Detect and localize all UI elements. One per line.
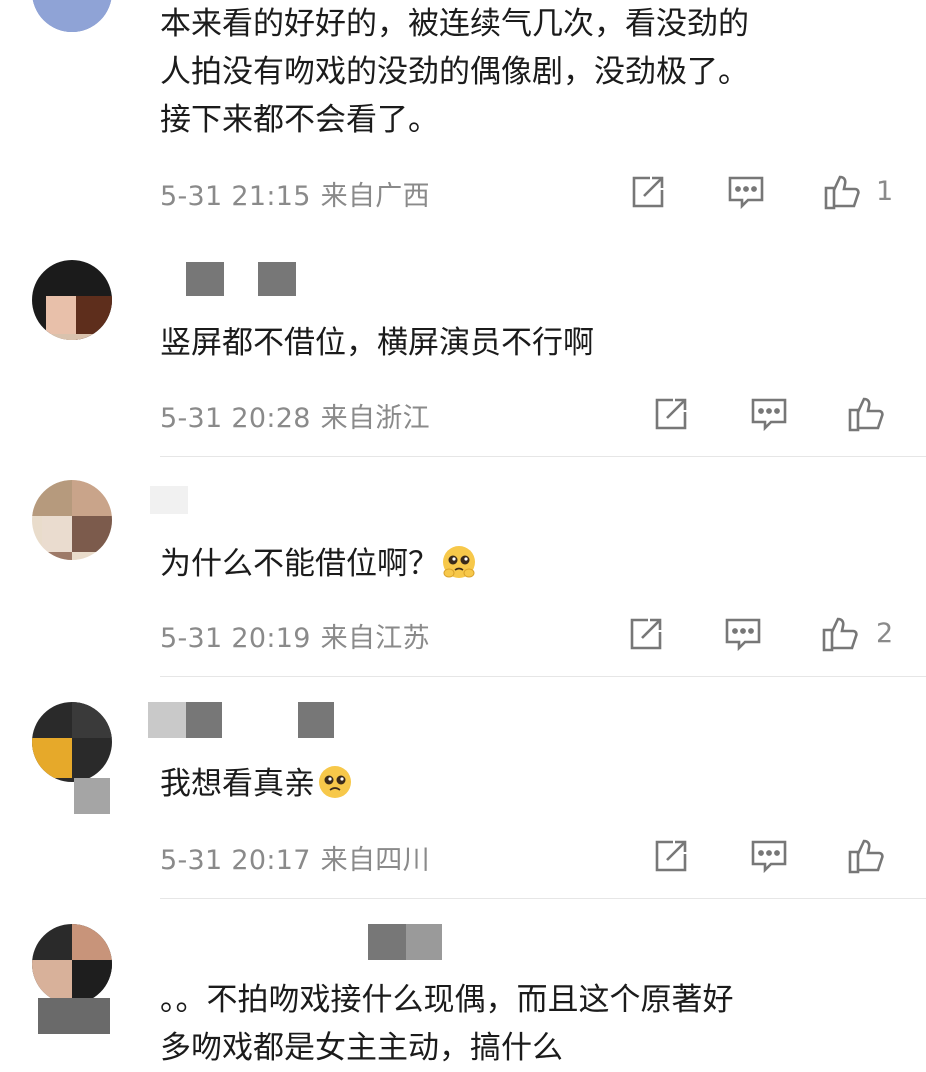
comment-icon xyxy=(751,398,787,432)
comment-text: 竖屏都不借位，横屏演员不行啊 xyxy=(160,325,594,361)
like-icon xyxy=(824,175,860,210)
comment-location: 来自浙江 xyxy=(320,403,430,434)
comment-button[interactable] xyxy=(749,394,789,434)
divider xyxy=(160,456,926,457)
comment-meta: 5-31 21:15 来自广西 xyxy=(160,174,430,213)
comment-location: 来自四川 xyxy=(320,845,430,876)
comment-button[interactable] xyxy=(726,172,766,212)
username-blurred[interactable] xyxy=(150,486,188,522)
share-button[interactable] xyxy=(651,836,691,876)
pleading-face-emoji xyxy=(317,764,353,800)
comment-location: 来自江苏 xyxy=(320,623,430,654)
share-button[interactable] xyxy=(628,172,668,212)
comment-icon xyxy=(751,840,787,874)
comment-button[interactable] xyxy=(749,836,789,876)
like-count: 2 xyxy=(876,618,894,649)
divider xyxy=(160,676,926,677)
like-button[interactable] xyxy=(822,172,862,212)
comment-text: 我想看真亲 xyxy=(160,760,900,808)
username-blurred[interactable] xyxy=(148,702,334,738)
like-button[interactable] xyxy=(846,394,886,434)
share-icon xyxy=(655,398,687,430)
comment-date: 5-31 20:19 xyxy=(160,623,311,654)
comment-text: 为什么不能借位啊？ xyxy=(160,540,900,588)
user-avatar[interactable] xyxy=(32,0,112,32)
user-avatar[interactable] xyxy=(32,702,112,782)
avatar-mosaic-block xyxy=(38,998,110,1034)
comment-icon xyxy=(725,618,761,652)
comment-meta: 5-31 20:17 来自四川 xyxy=(160,838,430,877)
user-avatar[interactable] xyxy=(32,480,112,560)
share-button[interactable] xyxy=(651,394,691,434)
avatar-mosaic-block xyxy=(74,778,110,814)
like-icon xyxy=(848,839,884,874)
user-avatar[interactable] xyxy=(32,924,112,1004)
like-icon xyxy=(822,617,858,652)
comment-button[interactable] xyxy=(723,614,763,654)
comment-meta: 5-31 20:19 来自江苏 xyxy=(160,616,430,655)
like-icon xyxy=(848,397,884,432)
share-icon xyxy=(655,840,687,872)
like-button[interactable] xyxy=(820,614,860,654)
like-button[interactable] xyxy=(846,836,886,876)
comment-date: 5-31 21:15 xyxy=(160,181,311,212)
divider xyxy=(160,898,926,899)
comment-meta: 5-31 20:28 来自浙江 xyxy=(160,396,430,435)
comment-text: 本来看的好好的，被连续气几次，看没劲的 人拍没有吻戏的没劲的偶像剧，没劲极了。 … xyxy=(160,6,749,138)
like-count: 1 xyxy=(876,176,894,207)
username-blurred[interactable] xyxy=(186,262,296,298)
user-avatar[interactable] xyxy=(32,260,112,340)
comment-text: 。。不拍吻戏接什么现偶，而且这个原著好 多吻戏都是女主主动，搞什么 xyxy=(160,982,734,1066)
share-icon xyxy=(632,176,664,208)
pleading-face-emoji xyxy=(441,544,477,580)
username-blurred[interactable] xyxy=(368,924,442,960)
share-icon xyxy=(630,618,662,650)
comment-icon xyxy=(728,176,764,210)
share-button[interactable] xyxy=(626,614,666,654)
comment-date: 5-31 20:28 xyxy=(160,403,311,434)
comment-date: 5-31 20:17 xyxy=(160,845,311,876)
comment-location: 来自广西 xyxy=(320,181,430,212)
